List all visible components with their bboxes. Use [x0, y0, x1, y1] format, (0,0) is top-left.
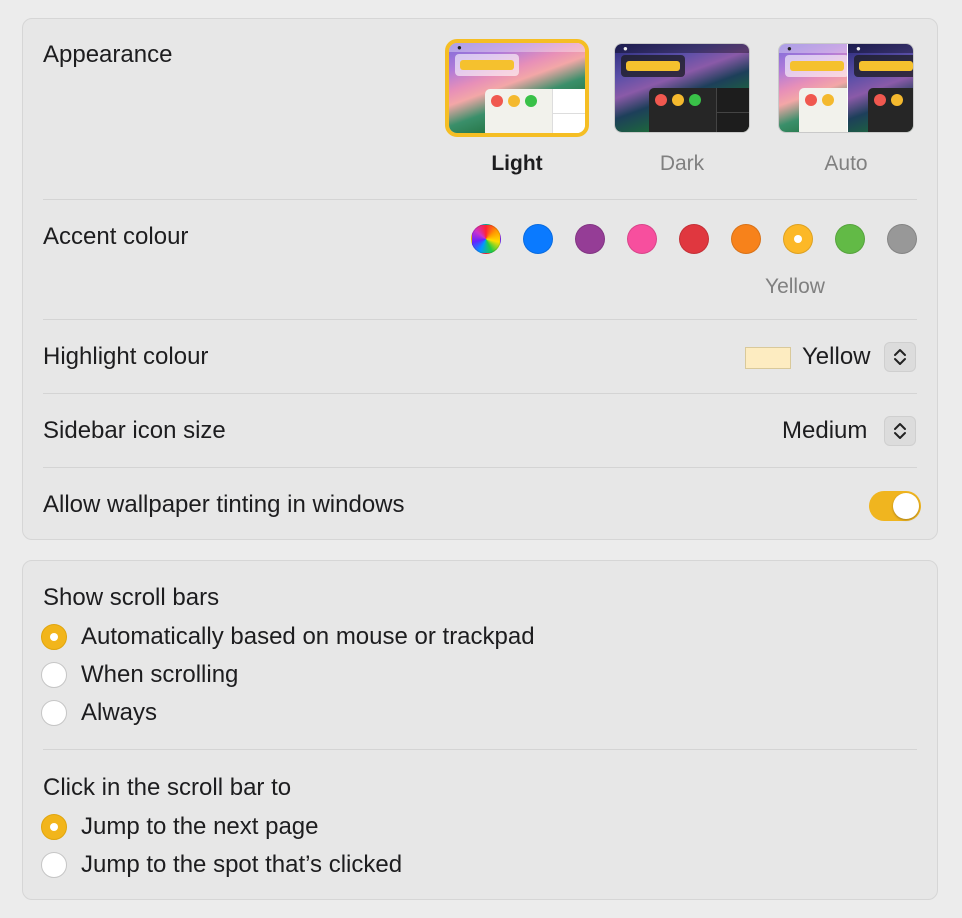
radio-label: Jump to the spot that’s clicked	[81, 851, 403, 878]
accent-green-swatch[interactable]	[835, 224, 865, 254]
radio-label: Automatically based on mouse or trackpad	[81, 623, 535, 650]
radio-button[interactable]	[41, 852, 67, 878]
radio-label: Always	[81, 699, 158, 726]
apple-icon: ●	[623, 44, 628, 53]
wallpaper-tinting-toggle[interactable]	[869, 491, 921, 521]
apple-icon: ●	[787, 44, 792, 53]
divider	[43, 199, 917, 200]
accent-purple-swatch[interactable]	[575, 224, 605, 254]
divider	[43, 319, 917, 320]
appearance-light-option[interactable]: ●	[445, 39, 589, 137]
appearance-label: Appearance	[43, 41, 173, 68]
divider	[43, 467, 917, 468]
accent-pink-swatch[interactable]	[627, 224, 657, 254]
appearance-dark-label: Dark	[659, 152, 705, 175]
sidebar-icon-size-label: Sidebar icon size	[43, 417, 226, 444]
highlight-colour-label: Highlight colour	[43, 343, 209, 370]
accent-graphite-swatch[interactable]	[887, 224, 917, 254]
radio-button[interactable]	[41, 700, 67, 726]
show-scroll-bars-title: Show scroll bars	[43, 584, 220, 611]
accent-colour-label: Accent colour	[43, 223, 189, 250]
accent-colour-caption: Yellow	[765, 275, 825, 298]
chevron-up-down-icon	[894, 423, 906, 439]
toggle-knob	[893, 493, 919, 519]
divider	[43, 749, 917, 750]
radio-button[interactable]	[41, 624, 67, 650]
highlight-colour-swatch	[745, 347, 791, 369]
accent-red-swatch[interactable]	[679, 224, 709, 254]
radio-button[interactable]	[41, 662, 67, 688]
accent-orange-swatch[interactable]	[731, 224, 761, 254]
accent-yellow-swatch[interactable]	[783, 224, 813, 254]
highlight-colour-value[interactable]: Yellow	[802, 343, 871, 371]
appearance-auto-label: Auto	[824, 152, 868, 175]
apple-icon: ●	[457, 43, 462, 52]
accent-blue-swatch[interactable]	[523, 224, 553, 254]
click-scroll-bar-title: Click in the scroll bar to	[43, 774, 292, 801]
scroll-bars-panel: Show scroll bars Automatically based on …	[22, 560, 938, 900]
apple-icon: ●	[856, 44, 861, 53]
appearance-dark-option[interactable]: ●	[614, 43, 750, 133]
sidebar-icon-size-value[interactable]: Medium	[782, 417, 867, 445]
chevron-up-down-icon	[894, 349, 906, 365]
radio-label: When scrolling	[81, 661, 239, 688]
radio-button[interactable]	[41, 814, 67, 840]
appearance-light-label: Light	[491, 152, 543, 175]
accent-multicolour-swatch[interactable]	[471, 224, 501, 254]
appearance-panel: Appearance ● Light ● Dark ● ● Auto Accen…	[22, 18, 938, 540]
radio-label: Jump to the next page	[81, 813, 319, 840]
highlight-colour-stepper[interactable]	[884, 342, 916, 372]
appearance-auto-option[interactable]: ● ●	[778, 43, 914, 133]
divider	[43, 393, 917, 394]
wallpaper-tinting-label: Allow wallpaper tinting in windows	[43, 491, 405, 518]
sidebar-icon-size-stepper[interactable]	[884, 416, 916, 446]
